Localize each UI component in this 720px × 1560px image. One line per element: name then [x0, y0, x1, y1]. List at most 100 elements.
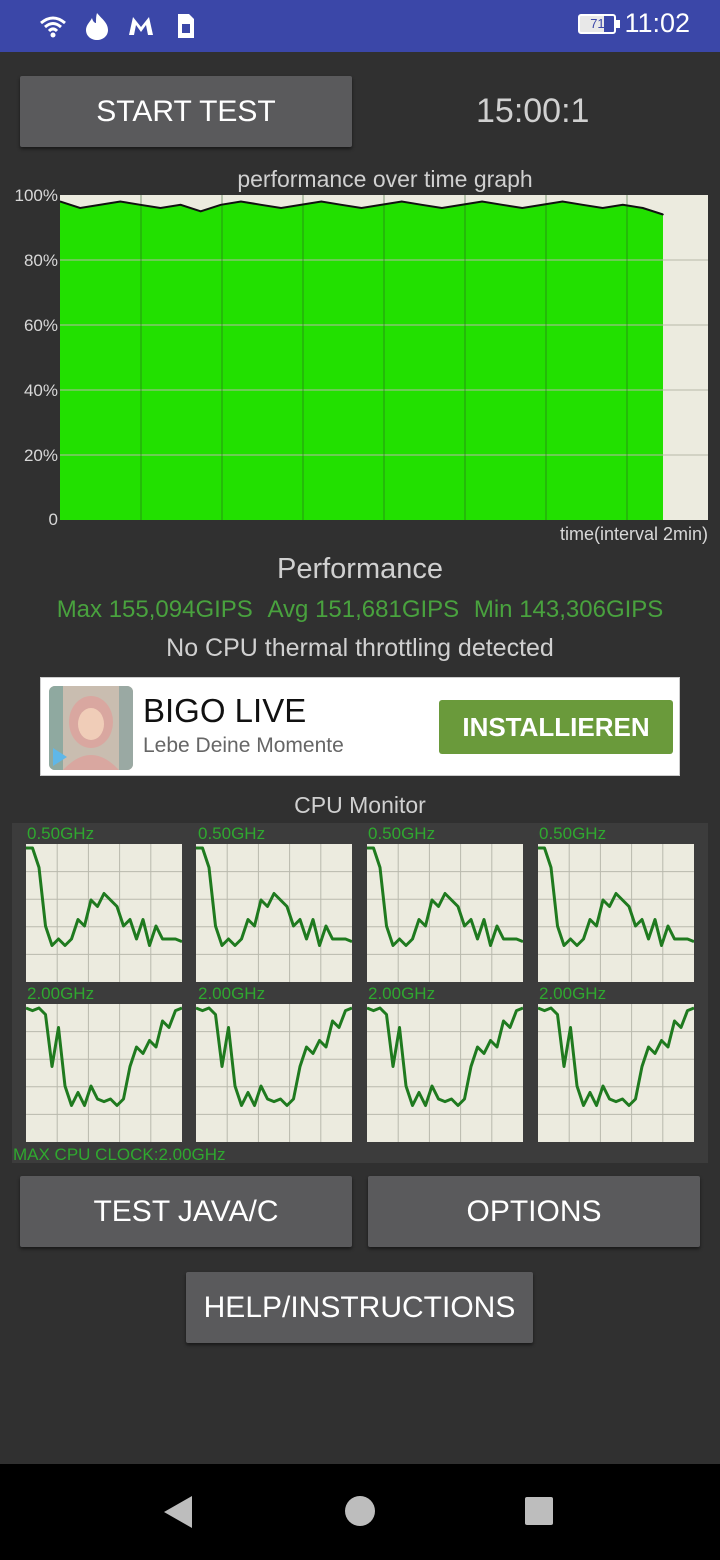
cpu-core-chart — [26, 844, 183, 982]
performance-point — [300, 203, 302, 206]
ad-thumbnail-image — [49, 686, 133, 770]
cpu-trace-svg — [25, 1004, 183, 1142]
performance-point — [99, 203, 101, 206]
performance-point — [461, 203, 463, 206]
performance-point — [320, 200, 323, 203]
perf-avg: Avg 151,681GIPS — [267, 596, 460, 623]
performance-point — [421, 203, 423, 206]
performance-point — [240, 200, 242, 203]
cpu-trace-line — [26, 846, 183, 947]
cpu-monitor-title: CPU Monitor — [294, 792, 426, 818]
ad-banner[interactable]: BIGO LIVE Lebe Deine Momente INSTALLIERE… — [40, 677, 680, 776]
cpu-core-chart — [25, 1004, 183, 1142]
cpu-core-chart — [196, 844, 353, 982]
y-tick-label: 100% — [14, 186, 58, 205]
cpu-trace-line — [195, 1006, 353, 1107]
fire-icon — [86, 13, 108, 40]
ad-title: BIGO LIVE — [143, 692, 307, 729]
recents-icon[interactable] — [524, 1496, 554, 1526]
performance-point — [220, 203, 222, 206]
performance-point — [601, 207, 604, 209]
performance-point — [501, 203, 504, 206]
cpu-core-chart — [537, 1004, 695, 1142]
app-m-icon — [129, 17, 153, 35]
cpu-core-frequency: 2.00GHz — [539, 984, 607, 1003]
cpu-core-frequency: 0.50GHz — [198, 824, 266, 843]
sim-card-icon — [178, 14, 194, 38]
test-java-c-button[interactable]: TEST JAVA/C — [20, 1176, 352, 1247]
performance-point — [179, 203, 182, 206]
cpu-trace-svg — [195, 1004, 353, 1142]
navigation-bar — [0, 1464, 720, 1560]
perf-max: Max 155,094GIPS — [56, 596, 253, 623]
performance-point — [260, 203, 262, 206]
cpu-core-chart — [195, 1004, 353, 1142]
throttle-status: No CPU thermal throttling detected — [166, 634, 554, 662]
cpu-core-frequency: 0.50GHz — [27, 824, 95, 843]
cpu-trace-line — [196, 846, 353, 947]
performance-area — [60, 201, 663, 520]
performance-point — [481, 200, 483, 203]
performance-graph-svg — [60, 195, 708, 520]
cpu-trace-line — [25, 1006, 183, 1107]
perf-min: Min 143,306GIPS — [473, 596, 664, 623]
cpu-trace-line — [366, 1006, 524, 1107]
options-button[interactable]: OPTIONS — [368, 1176, 700, 1247]
cpu-core-chart — [366, 1004, 524, 1142]
ad-install-button[interactable]: INSTALLIEREN — [439, 700, 673, 754]
cpu-monitor-panel: 0.50GHz 0.50GHz 0.50GHz 0.50GHz 2.00GHz … — [12, 823, 708, 1163]
performance-point — [199, 210, 202, 213]
performance-point — [521, 207, 524, 209]
back-icon[interactable] — [162, 1494, 194, 1530]
help-instructions-button[interactable]: HELP/INSTRUCTIONS — [186, 1272, 533, 1343]
y-tick-label: 0 — [48, 510, 58, 529]
max-cpu-clock: MAX CPU CLOCK:2.00GHz — [13, 1145, 226, 1164]
performance-point — [380, 203, 383, 206]
cpu-core-frequency: 2.00GHz — [198, 984, 266, 1003]
performance-point — [159, 207, 162, 209]
performance-point — [622, 203, 624, 206]
cpu-core-frequency: 2.00GHz — [368, 984, 436, 1003]
performance-point — [642, 207, 644, 209]
cpu-trace-line — [538, 846, 695, 947]
performance-point — [581, 203, 584, 206]
performance-point — [662, 213, 664, 216]
graph-title: performance over time graph — [237, 166, 533, 192]
performance-point — [400, 200, 403, 203]
timer-display: 15:00:1 — [476, 92, 590, 130]
cpu-trace-svg — [367, 844, 524, 982]
performance-point — [441, 207, 443, 209]
performance-point — [79, 207, 81, 209]
performance-graph — [60, 195, 708, 520]
performance-heading: Performance — [276, 553, 443, 585]
y-tick-label: 80% — [23, 251, 58, 270]
cpu-core-frequency: 2.00GHz — [27, 984, 95, 1003]
cpu-trace-svg — [538, 844, 695, 982]
performance-point — [561, 200, 564, 203]
home-icon[interactable] — [344, 1495, 376, 1527]
ad-app-thumbnail[interactable] — [49, 686, 133, 770]
performance-point — [139, 203, 142, 206]
cpu-trace-line — [367, 846, 524, 947]
cpu-trace-svg — [537, 1004, 695, 1142]
cpu-trace-line — [537, 1006, 695, 1107]
cpu-trace-svg — [196, 844, 353, 982]
cpu-core-chart — [538, 844, 695, 982]
cpu-trace-svg — [366, 1004, 524, 1142]
performance-point — [119, 200, 122, 203]
cpu-core-frequency: 0.50GHz — [368, 824, 436, 843]
cpu-trace-svg — [26, 844, 183, 982]
status-clock: 11:02 — [624, 8, 690, 38]
performance-point — [340, 203, 343, 206]
time-axis-label: time(interval 2min) — [559, 524, 708, 544]
y-tick-label: 60% — [23, 316, 58, 335]
performance-point — [360, 207, 363, 209]
ad-subtitle: Lebe Deine Momente — [143, 734, 344, 757]
cpu-core-frequency: 0.50GHz — [539, 824, 607, 843]
wifi-icon — [40, 16, 66, 38]
performance-stats: Max 155,094GIPS Avg 151,681GIPS Min 143,… — [0, 596, 720, 624]
start-test-button[interactable]: START TEST — [20, 76, 352, 147]
y-tick-label: 20% — [23, 446, 58, 465]
cpu-core-chart — [367, 844, 524, 982]
performance-point — [280, 207, 282, 209]
